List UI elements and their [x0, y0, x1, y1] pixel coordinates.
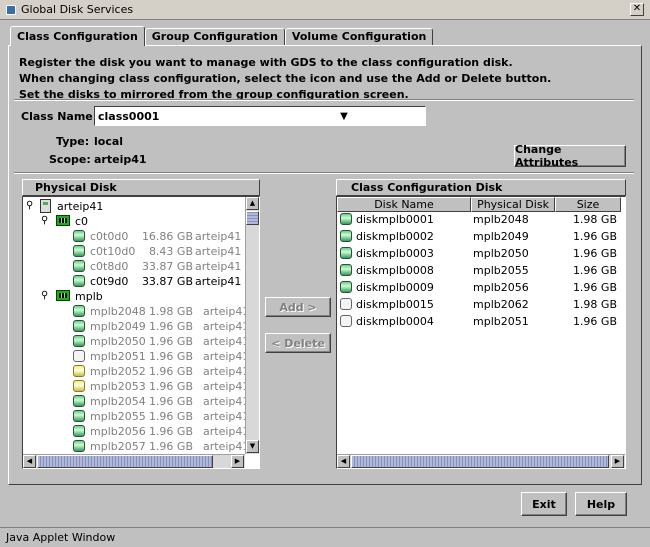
column-header-size[interactable]: Size	[555, 197, 621, 212]
disk-icon	[73, 350, 85, 362]
disk-icon	[340, 264, 352, 276]
controller-icon	[56, 215, 70, 226]
type-value: local	[94, 135, 124, 148]
disk-icon	[73, 425, 85, 437]
help-button[interactable]: Help	[575, 492, 627, 516]
tree-disk-row[interactable]: c0t10d0 8.43 GB arteip41	[23, 244, 245, 259]
physical-disk-tree[interactable]: ⚲ arteip41 ⚲ c0 c0t0d0 16.86 GB arteip41…	[22, 196, 260, 469]
change-attributes-button[interactable]: Change Attributes	[514, 143, 626, 169]
table-row[interactable]: diskmplb0002 mplb2049 1.96 GB	[337, 229, 625, 244]
table-row[interactable]: diskmplb0009 mplb2056 1.96 GB	[337, 280, 625, 295]
disk-icon	[73, 365, 85, 377]
disk-icon	[73, 440, 85, 452]
tree-disk-row[interactable]: mplb2048 1.98 GB arteip41:	[23, 304, 253, 319]
tree-disk-row[interactable]: c0t0d0 16.86 GB arteip41	[23, 229, 245, 244]
window-titlebar: Global Disk Services ✕	[0, 0, 650, 20]
expand-key-icon[interactable]: ⚲	[41, 216, 48, 226]
disk-icon	[340, 213, 352, 225]
scroll-right-icon[interactable]: ▶	[231, 455, 244, 468]
scroll-right-icon[interactable]: ▶	[611, 455, 624, 468]
tree-disk-row[interactable]: mplb2053 1.96 GB arteip41:	[23, 379, 253, 394]
window-title: Global Disk Services	[21, 3, 134, 16]
close-icon[interactable]: ✕	[630, 3, 644, 16]
disk-icon	[73, 395, 85, 407]
chevron-down-icon[interactable]: ▼	[260, 111, 425, 122]
table-row[interactable]: diskmplb0008 mplb2055 1.96 GB	[337, 263, 625, 278]
class-config-disk-title: Class Configuration Disk	[336, 179, 626, 196]
instruction-line: When changing class configuration, selec…	[19, 72, 552, 85]
host-icon	[40, 199, 51, 213]
disk-icon	[340, 281, 352, 293]
delete-button[interactable]: < Delete	[265, 333, 331, 353]
tree-node-host[interactable]: ⚲ arteip41	[23, 199, 245, 214]
column-header-physical-disk[interactable]: Physical Disk	[471, 197, 555, 212]
spare-disk-icon	[340, 315, 352, 327]
tree-disk-row[interactable]: mplb2049 1.96 GB arteip41:	[23, 319, 253, 334]
tree-node-controller[interactable]: ⚲ mplb	[23, 289, 245, 304]
divider	[14, 172, 634, 174]
tree-disk-row[interactable]: mplb2051 1.96 GB arteip41:	[23, 349, 253, 364]
vertical-scrollbar[interactable]: ▲ ▼	[245, 197, 259, 454]
disk-icon	[73, 305, 85, 317]
tree-disk-row[interactable]: mplb2052 1.96 GB arteip41:	[23, 364, 253, 379]
disk-icon	[73, 410, 85, 422]
java-app-icon	[6, 4, 16, 15]
table-row[interactable]: diskmplb0004 mplb2051 1.96 GB	[337, 314, 625, 329]
disk-icon	[73, 260, 85, 272]
expand-key-icon[interactable]: ⚲	[26, 201, 33, 211]
table-row[interactable]: diskmplb0003 mplb2050 1.96 GB	[337, 246, 625, 261]
class-name-select[interactable]: class0001 ▼	[94, 106, 426, 126]
disk-icon	[340, 230, 352, 242]
scope-label: Scope:	[49, 153, 91, 166]
horizontal-scrollbar[interactable]: ◀ ▶	[23, 454, 245, 468]
scroll-left-icon[interactable]: ◀	[337, 455, 350, 468]
table-row[interactable]: diskmplb0015 mplb2062 1.98 GB	[337, 297, 625, 312]
spare-disk-icon	[340, 298, 352, 310]
horizontal-scrollbar[interactable]: ◀ ▶	[337, 454, 625, 468]
disk-icon	[340, 247, 352, 259]
scroll-up-icon[interactable]: ▲	[246, 197, 259, 210]
tab-group-configuration[interactable]: Group Configuration	[144, 28, 285, 46]
tab-class-configuration[interactable]: Class Configuration	[10, 26, 145, 46]
instruction-line: Register the disk you want to manage wit…	[19, 56, 513, 69]
tab-volume-configuration[interactable]: Volume Configuration	[284, 28, 434, 46]
expand-key-icon[interactable]: ⚲	[41, 291, 48, 301]
add-button[interactable]: Add >	[265, 297, 331, 317]
controller-icon	[56, 290, 70, 301]
class-config-disk-table[interactable]: Disk Name Physical Disk Size diskmplb000…	[336, 196, 626, 469]
status-bar: Java Applet Window	[0, 527, 650, 547]
class-name-value: class0001	[98, 109, 160, 123]
column-header-disk-name[interactable]: Disk Name	[337, 197, 471, 212]
class-name-label: Class Name:	[21, 110, 98, 123]
scroll-thumb[interactable]	[246, 211, 259, 225]
table-row[interactable]: diskmplb0001 mplb2048 1.98 GB	[337, 212, 625, 227]
disk-icon	[73, 320, 85, 332]
tree-node-controller[interactable]: ⚲ c0	[23, 214, 245, 229]
type-label: Type:	[56, 135, 90, 148]
exit-button[interactable]: Exit	[521, 492, 567, 516]
physical-disk-title: Physical Disk	[22, 179, 260, 196]
tab-bar: Class Configuration Group Configuration …	[10, 26, 434, 46]
disk-icon	[73, 245, 85, 257]
instructions: Register the disk you want to manage wit…	[19, 55, 551, 103]
tree-disk-row[interactable]: c0t8d0 33.87 GB arteip41	[23, 259, 245, 274]
scroll-down-icon[interactable]: ▼	[246, 440, 259, 453]
tree-disk-row[interactable]: mplb2056 1.96 GB arteip41:	[23, 424, 253, 439]
tree-disk-row[interactable]: c0t9d0 33.87 GB arteip41	[23, 274, 245, 289]
divider	[14, 99, 634, 101]
tree-disk-row[interactable]: mplb2057 1.96 GB arteip41:	[23, 439, 253, 454]
tree-disk-row[interactable]: mplb2050 1.96 GB arteip41:	[23, 334, 253, 349]
scope-value: arteip41	[94, 153, 147, 166]
disk-icon	[73, 275, 85, 287]
tree-disk-row[interactable]: mplb2055 1.96 GB arteip41:	[23, 409, 253, 424]
disk-icon	[73, 335, 85, 347]
tree-disk-row[interactable]: mplb2054 1.96 GB arteip41:	[23, 394, 253, 409]
scroll-left-icon[interactable]: ◀	[23, 455, 36, 468]
disk-icon	[73, 380, 85, 392]
scroll-thumb[interactable]	[351, 455, 609, 468]
disk-icon	[73, 230, 85, 242]
scroll-thumb[interactable]	[37, 455, 213, 468]
